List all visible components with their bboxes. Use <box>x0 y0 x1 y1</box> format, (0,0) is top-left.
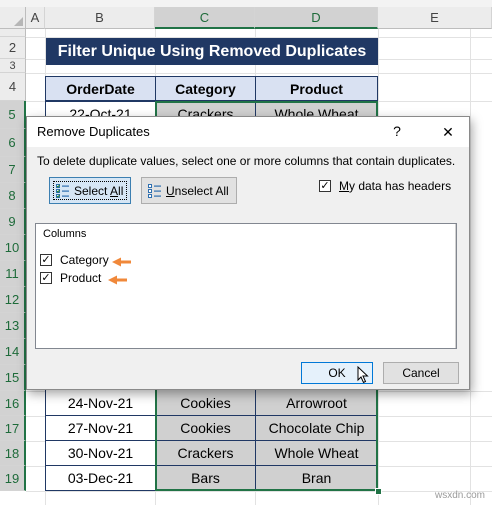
column-header-b[interactable]: B <box>45 7 155 29</box>
row-header-18[interactable]: 18 <box>0 441 26 466</box>
cell-orderdate[interactable]: 30-Nov-21 <box>45 440 156 466</box>
remove-duplicates-dialog: Remove Duplicates ? ✕ To delete duplicat… <box>26 116 470 390</box>
select-all-label: Select All <box>74 183 124 198</box>
row-header-19[interactable]: 19 <box>0 466 26 491</box>
unselect-all-icon <box>148 183 161 198</box>
header-product: Product <box>255 76 378 101</box>
cell-product[interactable]: Arrowroot <box>255 389 378 416</box>
column-header-e[interactable]: E <box>378 7 492 29</box>
row-header-5[interactable]: 5 <box>0 101 26 129</box>
cell-category[interactable]: Bars <box>155 465 256 491</box>
row-header-16[interactable]: 16 <box>0 391 26 416</box>
mouse-cursor-icon <box>357 366 369 384</box>
cancel-button[interactable]: Cancel <box>383 362 459 384</box>
row-header-12[interactable]: 12 <box>0 287 26 313</box>
select-all-icon <box>56 183 69 198</box>
row-header-13[interactable]: 13 <box>0 313 26 339</box>
pointer-arrow-icon <box>112 257 131 267</box>
cell-orderdate[interactable]: 24-Nov-21 <box>45 389 156 416</box>
header-category: Category <box>155 76 256 101</box>
column-header-d[interactable]: D <box>255 7 378 29</box>
row-header-10[interactable]: 10 <box>0 235 26 261</box>
row-header-11[interactable]: 11 <box>0 261 26 287</box>
row-header-17[interactable]: 17 <box>0 416 26 441</box>
help-button[interactable]: ? <box>387 121 407 141</box>
column-header-c[interactable]: C <box>155 7 255 29</box>
category-checkbox[interactable]: ✓ <box>40 254 52 266</box>
row-header-6[interactable]: 6 <box>0 129 26 157</box>
column-item-product[interactable]: ✓ Product <box>40 271 101 285</box>
my-data-has-headers-checkbox[interactable]: ✓ <box>319 180 331 192</box>
select-all-button[interactable]: Select All <box>49 177 131 204</box>
column-item-label: Category <box>60 253 109 267</box>
dialog-titlebar[interactable]: Remove Duplicates ? ✕ <box>27 117 469 147</box>
columns-list-edge <box>455 224 456 348</box>
watermark: wsxdn.com <box>435 490 486 501</box>
row-header-2[interactable]: 2 <box>0 37 26 59</box>
sheet-title: Filter Unique Using Removed Duplicates <box>46 38 378 65</box>
cell-orderdate[interactable]: 03-Dec-21 <box>45 465 156 491</box>
row-header-7[interactable]: 7 <box>0 157 26 183</box>
columns-title: Columns <box>43 228 87 240</box>
cell-category[interactable]: Cookies <box>155 389 256 416</box>
my-data-has-headers-label[interactable]: My data has headers <box>339 179 451 193</box>
dialog-title: Remove Duplicates <box>37 124 150 139</box>
cell-product[interactable]: Bran <box>255 465 378 491</box>
cell-orderdate[interactable]: 27-Nov-21 <box>45 415 156 441</box>
select-all-corner[interactable] <box>0 7 26 29</box>
columns-list[interactable]: Columns ✓ Category ✓ Product <box>35 223 457 349</box>
column-header-a[interactable]: A <box>26 7 45 29</box>
column-item-label: Product <box>60 271 102 285</box>
row-header-9[interactable]: 9 <box>0 209 26 235</box>
product-checkbox[interactable]: ✓ <box>40 272 52 284</box>
row-header-8[interactable]: 8 <box>0 183 26 209</box>
cell-category[interactable]: Cookies <box>155 415 256 441</box>
close-button[interactable]: ✕ <box>437 121 459 143</box>
row-header-3[interactable]: 3 <box>0 59 26 73</box>
row-header-14[interactable]: 14 <box>0 339 26 365</box>
header-orderdate: OrderDate <box>45 76 156 101</box>
row-header-1[interactable]: 1 <box>0 29 26 37</box>
unselect-all-label: Unselect All <box>166 183 229 198</box>
pointer-arrow-icon <box>108 275 127 285</box>
cell-category[interactable]: Crackers <box>155 440 256 466</box>
cell-product[interactable]: Chocolate Chip <box>255 415 378 441</box>
row-header-15[interactable]: 15 <box>0 365 26 391</box>
unselect-all-button[interactable]: Unselect All <box>141 177 237 204</box>
column-item-category[interactable]: ✓ Category <box>40 253 109 267</box>
fill-handle[interactable] <box>375 488 382 495</box>
cell-product[interactable]: Whole Wheat <box>255 440 378 466</box>
row-header-4[interactable]: 4 <box>0 73 26 101</box>
dialog-instruction: To delete duplicate values, select one o… <box>37 154 456 168</box>
